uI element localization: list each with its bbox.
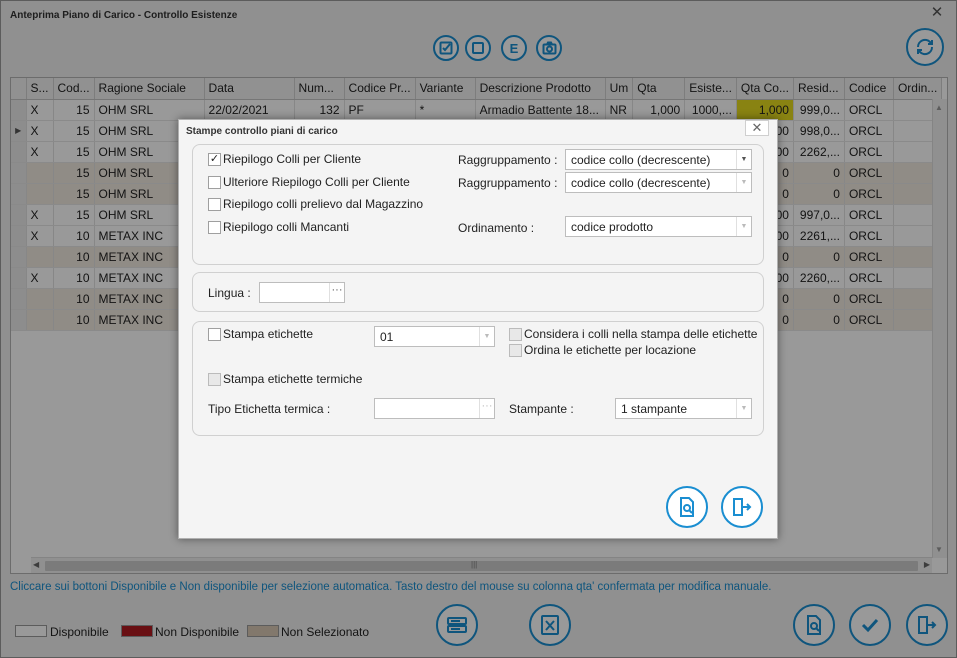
language-group: Lingua : ···: [192, 272, 764, 312]
ordinamento-select[interactable]: codice prodotto ▼: [565, 216, 752, 237]
stampante-label: Stampante :: [509, 402, 574, 416]
report-options-group: ✓ Riepilogo Colli per Cliente Raggruppam…: [192, 144, 764, 265]
colli-mancanti-checkbox[interactable]: Riepilogo colli Mancanti: [208, 220, 349, 234]
raggruppamento-label-2: Raggruppamento :: [458, 176, 558, 190]
chevron-down-icon[interactable]: ▼: [736, 150, 751, 169]
raggruppamento-label-1: Raggruppamento :: [458, 153, 558, 167]
raggruppamento-select-2[interactable]: codice collo (decrescente) ▼: [565, 172, 752, 193]
checkbox-empty-icon: [208, 327, 221, 341]
checkbox-empty-icon: [509, 343, 522, 357]
riepilogo-cliente-label: Riepilogo Colli per Cliente: [223, 152, 362, 166]
checkbox-empty-icon: [208, 175, 221, 189]
preview-search-icon: [680, 497, 694, 517]
dialog-exit-button[interactable]: [721, 486, 763, 528]
print-dialog: Stampe controllo piani di carico ✕ ✓ Rie…: [178, 119, 778, 539]
ulteriore-riepilogo-checkbox[interactable]: Ulteriore Riepilogo Colli per Cliente: [208, 175, 410, 189]
prelievo-magazzino-checkbox[interactable]: Riepilogo colli prelievo dal Magazzino: [208, 197, 423, 211]
considera-colli-label: Considera i colli nella stampa delle eti…: [524, 327, 758, 341]
dialog-close-button[interactable]: ✕: [745, 120, 769, 136]
dialog-title: Stampe controllo piani di carico: [186, 126, 338, 137]
stampa-etichette-label: Stampa etichette: [223, 327, 314, 341]
etichette-select[interactable]: 01 ▼: [374, 326, 495, 347]
checkbox-empty-icon: [208, 220, 221, 234]
stampa-etichette-checkbox[interactable]: Stampa etichette: [208, 327, 313, 341]
ordinamento-value: codice prodotto: [571, 220, 654, 234]
checkbox-empty-icon: [208, 372, 221, 386]
etichette-termiche-label: Stampa etichette termiche: [223, 372, 363, 386]
raggruppamento-select-1[interactable]: codice collo (decrescente) ▼: [565, 149, 752, 170]
chevron-down-icon[interactable]: ▼: [479, 327, 494, 346]
lingua-label: Lingua :: [208, 286, 251, 300]
dialog-preview-button[interactable]: [666, 486, 708, 528]
lingua-lookup-button[interactable]: ···: [329, 283, 344, 302]
checkbox-checked-icon: ✓: [208, 152, 221, 166]
stampante-value: 1 stampante: [621, 402, 688, 416]
checkbox-empty-icon: [208, 197, 221, 211]
exit-door-icon: [733, 498, 752, 516]
etichette-value: 01: [380, 330, 394, 344]
lingua-input[interactable]: ···: [259, 282, 345, 303]
chevron-down-icon[interactable]: ▼: [736, 173, 751, 192]
colli-mancanti-label: Riepilogo colli Mancanti: [223, 220, 350, 234]
chevron-down-icon[interactable]: ▼: [736, 217, 751, 236]
chevron-down-icon[interactable]: ▼: [736, 399, 751, 418]
labels-group: Stampa etichette 01 ▼ Considera i colli …: [192, 321, 764, 436]
tipo-etichetta-lookup-button[interactable]: ···: [479, 399, 494, 418]
ordina-locazione-label: Ordina le etichette per locazione: [524, 343, 697, 357]
etichette-termiche-checkbox[interactable]: Stampa etichette termiche: [208, 372, 362, 386]
tipo-etichetta-label: Tipo Etichetta termica :: [208, 402, 331, 416]
tipo-etichetta-input[interactable]: ···: [374, 398, 495, 419]
stampante-select[interactable]: 1 stampante ▼: [615, 398, 752, 419]
prelievo-magazzino-label: Riepilogo colli prelievo dal Magazzino: [223, 197, 424, 211]
raggruppamento-value-1: codice collo (decrescente): [571, 153, 711, 167]
ordinamento-label: Ordinamento :: [458, 221, 535, 235]
riepilogo-cliente-checkbox[interactable]: ✓ Riepilogo Colli per Cliente: [208, 152, 361, 166]
raggruppamento-value-2: codice collo (decrescente): [571, 176, 711, 190]
ulteriore-riepilogo-label: Ulteriore Riepilogo Colli per Cliente: [223, 175, 410, 189]
ordina-locazione-checkbox[interactable]: Ordina le etichette per locazione: [509, 343, 696, 357]
checkbox-empty-icon: [509, 327, 522, 341]
considera-colli-checkbox[interactable]: Considera i colli nella stampa delle eti…: [509, 327, 757, 341]
